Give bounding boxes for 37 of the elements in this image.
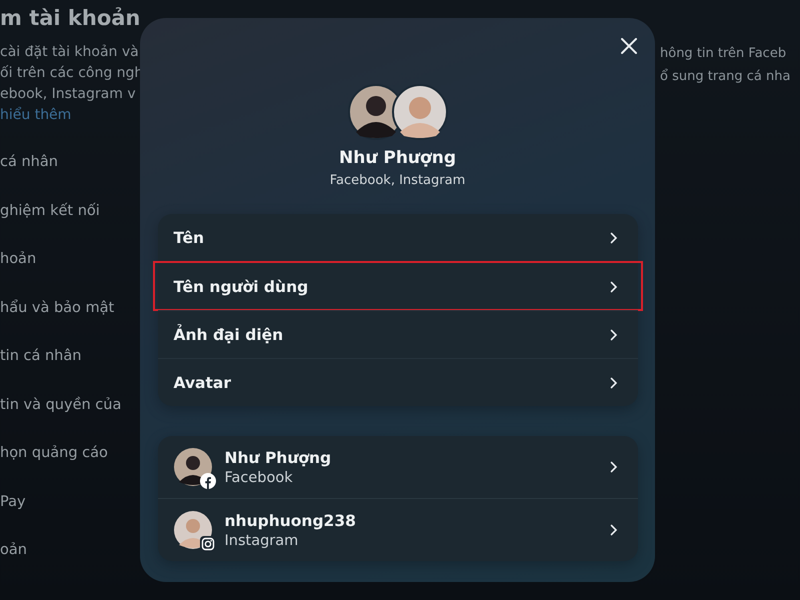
account-platform: Facebook <box>224 470 294 486</box>
description-text: ổ sung trang cá nha <box>660 68 790 86</box>
profile-subtitle: Facebook, Instagram <box>330 173 466 188</box>
account-item[interactable]: nhuphuong238 Instagram <box>158 498 638 561</box>
sidebar-item[interactable]: ghiệm kết nối <box>0 200 100 249</box>
instagram-icon <box>200 536 216 552</box>
intro-text: cài đặt tài khoản và <box>0 43 139 62</box>
account-name: Như Phượng <box>224 448 332 466</box>
sidebar-item[interactable]: hẩu và bảo mật <box>0 298 114 346</box>
chevron-icon <box>610 232 618 244</box>
sidebar-item[interactable]: hoản <box>0 249 36 298</box>
sidebar-item[interactable]: cá nhân <box>0 152 58 200</box>
avatar-icon <box>392 84 448 140</box>
intro-text: ebook, Instagram v <box>0 85 136 104</box>
sidebar-item[interactable]: họn quảng cáo <box>0 443 108 492</box>
sidebar-item[interactable]: Pay <box>0 492 26 540</box>
sidebar-item[interactable]: tin và quyền của <box>0 394 122 443</box>
close-icon[interactable] <box>621 38 637 54</box>
settings-item[interactable]: Ảnh đại diện <box>158 310 638 358</box>
settings-item[interactable]: Tên <box>158 214 638 262</box>
settings-item[interactable]: Avatar <box>158 358 638 406</box>
chevron-icon <box>610 524 618 536</box>
chevron-icon <box>610 461 618 473</box>
sidebar-item[interactable]: tin cá nhân <box>0 346 82 394</box>
avatar-icon <box>174 511 212 549</box>
description-text: hông tin trên Faceb <box>660 45 786 63</box>
profile-name: Như Phượng <box>339 148 456 168</box>
settings-item[interactable]: Tên người dùng <box>154 262 642 310</box>
account-name: nhuphuong238 <box>224 512 357 530</box>
facebook-icon <box>200 473 216 489</box>
account-item[interactable]: Như Phượng Facebook <box>158 436 638 498</box>
chevron-icon <box>610 376 618 388</box>
page-title: m tài khoản <box>0 5 140 32</box>
chevron-icon <box>610 328 618 340</box>
chevron-icon <box>610 280 618 292</box>
sidebar-item[interactable]: oản <box>0 540 27 588</box>
account-platform: Instagram <box>224 532 300 548</box>
